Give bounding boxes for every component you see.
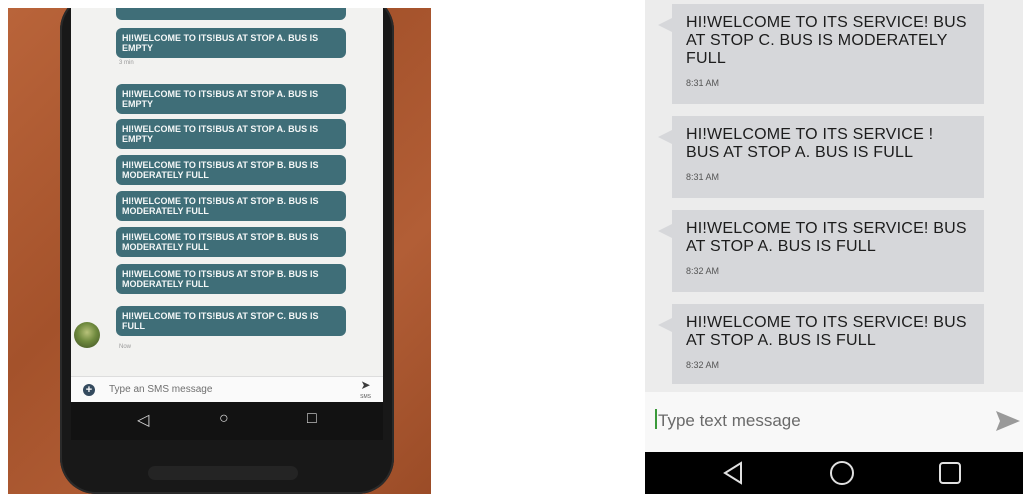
message-text: HI!WELCOME TO ITS SERVICE ! BUS AT STOP … (686, 126, 934, 161)
message-time: 8:32 AM (686, 360, 720, 370)
message-bubble: HI!WELCOME TO ITS!BUS AT STOP A. BUS IS … (116, 84, 346, 114)
contact-avatar[interactable] (74, 322, 100, 348)
send-icon[interactable] (995, 408, 1021, 434)
message-bubble: HI!WELCOME TO ITS SERVICE! BUS AT STOP A… (658, 304, 984, 384)
message-time: 8:31 AM (686, 78, 720, 88)
back-icon[interactable]: ◁ (137, 410, 149, 430)
message-bubble: HI!WELCOME TO ITS!BUS AT STOP B. BUS IS … (116, 191, 346, 221)
message-text: HI!WELCOME TO ITS!BUS AT STOP B. BUS IS … (122, 232, 319, 252)
message-bubble: HI!WELCOME TO ITS!BUS AT STOP A. BUS IS … (116, 28, 346, 58)
message-time: 8:32 AM (686, 266, 720, 276)
sms-input[interactable]: Type an SMS message (109, 384, 212, 395)
compose-bar: Type text message (645, 392, 1023, 452)
home-icon[interactable] (829, 460, 855, 486)
message-bubble: HI!WELCOME TO ITS!BUS AT STOP B. BUS IS … (116, 264, 346, 294)
recents-icon[interactable] (937, 460, 963, 486)
text-cursor (655, 409, 657, 429)
phone-bezel (148, 466, 298, 480)
message-time: Now (119, 344, 132, 350)
right-nav-bar (645, 452, 1023, 494)
message-time: 3 min (119, 60, 134, 66)
left-phone-photo: HI!WELCOME TO ITS!BUS AT STOP A. BUS IS … (8, 8, 431, 494)
home-icon[interactable]: ○ (219, 410, 229, 428)
message-bubble: HI!WELCOME TO ITS SERVICE! BUS AT STOP C… (658, 4, 984, 104)
text-message-input[interactable]: Type text message (658, 411, 801, 431)
left-nav-bar: ◁ ○ □ (71, 402, 383, 440)
back-icon[interactable] (721, 460, 747, 486)
send-icon: ➤ (360, 378, 371, 392)
send-button[interactable]: ➤ SMS (360, 379, 371, 403)
message-time: 8:31 AM (686, 172, 720, 182)
recents-icon[interactable]: □ (307, 410, 317, 428)
message-text: HI!WELCOME TO ITS SERVICE! BUS AT STOP C… (686, 14, 967, 67)
message-bubble: HI!WELCOME TO ITS SERVICE! BUS AT STOP A… (658, 210, 984, 292)
message-text: HI!WELCOME TO ITS!BUS AT STOP B. BUS IS … (122, 196, 319, 216)
message-text: HI!WELCOME TO ITS!BUS AT STOP B. BUS IS … (122, 160, 319, 180)
message-bubble: HI!WELCOME TO ITS!BUS AT STOP A. BUS IS … (116, 119, 346, 149)
add-attachment-icon[interactable]: + (83, 384, 95, 396)
message-bubble: HI!WELCOME TO ITS SERVICE ! BUS AT STOP … (658, 116, 984, 198)
compose-bar: + Type an SMS message ➤ SMS (71, 376, 383, 403)
message-bubble: HI!WELCOME TO ITS!BUS AT STOP B. BUS IS … (116, 155, 346, 185)
message-text: HI!WELCOME TO ITS!BUS AT STOP C. BUS IS … (122, 311, 319, 331)
right-phone-screenshot: HI!WELCOME TO ITS SERVICE! BUS AT STOP C… (645, 0, 1023, 494)
message-bubble: HI!WELCOME TO ITS!BUS AT STOP B. BUS IS … (116, 227, 346, 257)
message-bubble: HI!WELCOME TO ITS!BUS AT STOP C. BUS IS … (116, 306, 346, 336)
message-text: HI!WELCOME TO ITS SERVICE! BUS AT STOP A… (686, 314, 967, 349)
message-text: HI!WELCOME TO ITS!BUS AT STOP A. BUS IS … (122, 33, 319, 53)
message-text: HI!WELCOME TO ITS SERVICE! BUS AT STOP A… (686, 220, 967, 255)
message-text: HI!WELCOME TO ITS!BUS AT STOP A. BUS IS … (122, 89, 319, 109)
message-bubble (116, 8, 346, 20)
message-text: HI!WELCOME TO ITS!BUS AT STOP B. BUS IS … (122, 269, 319, 289)
message-text: HI!WELCOME TO ITS!BUS AT STOP A. BUS IS … (122, 124, 319, 144)
